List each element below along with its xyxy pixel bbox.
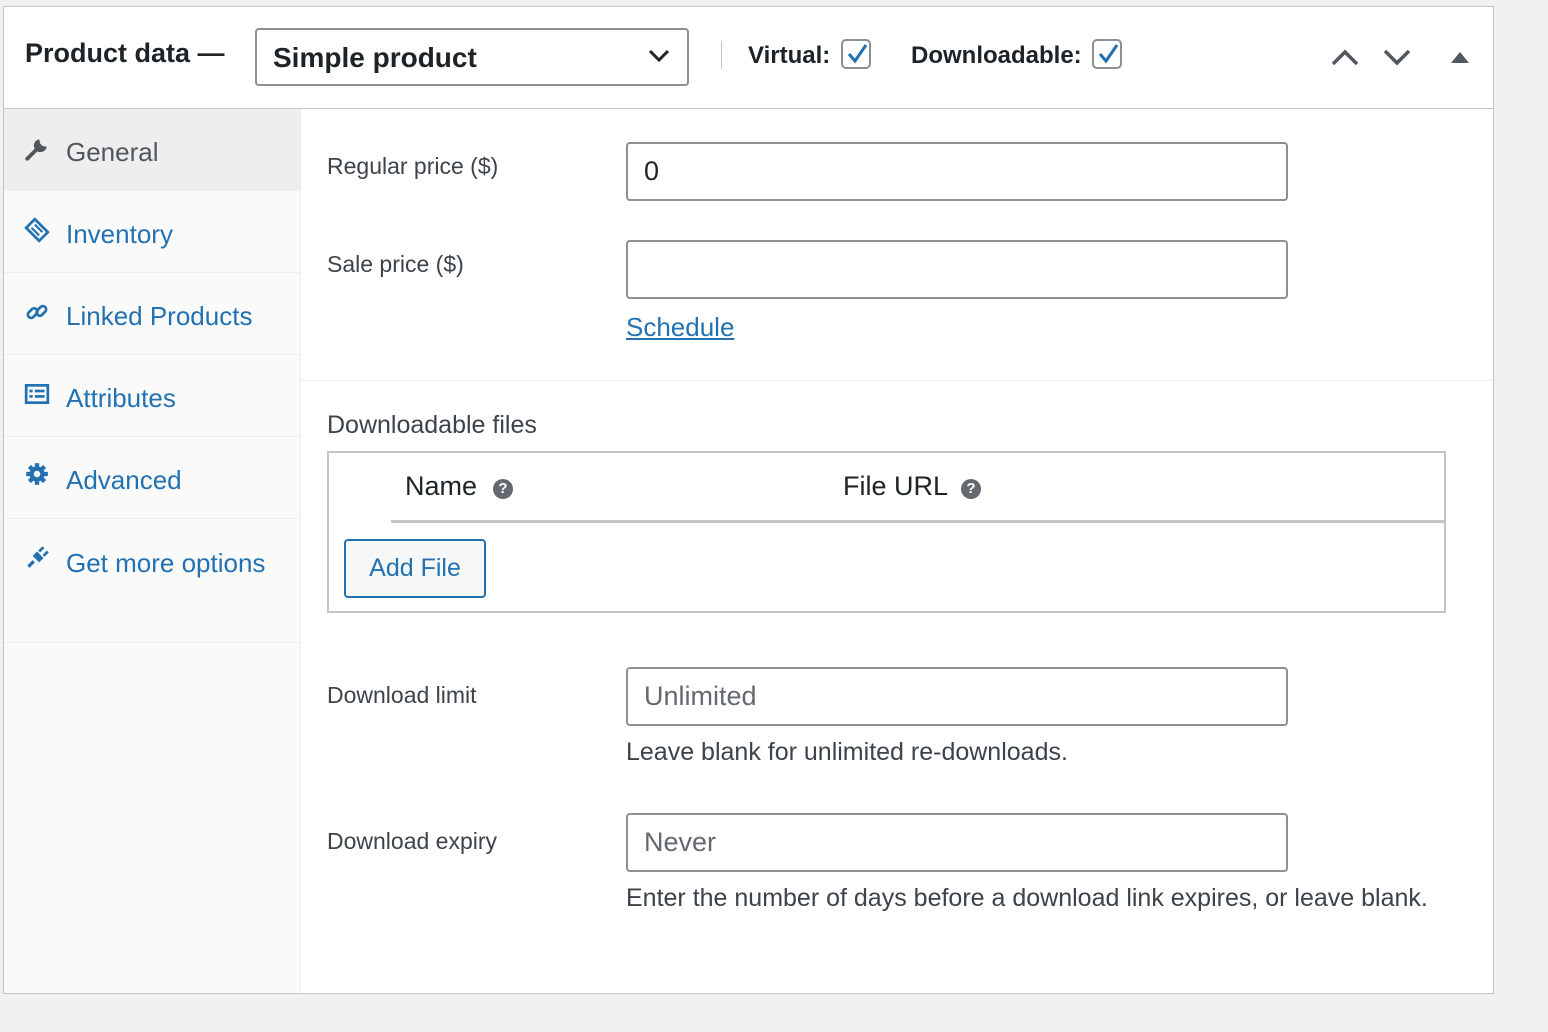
tab-label: General [66, 137, 159, 167]
add-file-button[interactable]: Add File [344, 539, 486, 598]
tab-label: Get more options [66, 548, 266, 578]
download-limit-label: Download limit [327, 682, 477, 708]
product-type-select[interactable]: Simple product [255, 28, 689, 86]
help-icon[interactable]: ? [961, 479, 981, 499]
list-icon [24, 383, 50, 405]
general-panel: Regular price ($) Sale price ($) Schedul… [301, 109, 1493, 993]
downloadable-files-title: Downloadable files [327, 411, 537, 439]
checkmark-icon [1098, 44, 1119, 64]
downloadable-checkbox[interactable] [1092, 39, 1122, 69]
download-expiry-label: Download expiry [327, 828, 498, 854]
tab-label: Inventory [66, 219, 173, 249]
product-type-value: Simple product [273, 42, 477, 73]
virtual-label: Virtual: [748, 42, 831, 69]
wrench-icon [25, 139, 47, 161]
download-expiry-input[interactable] [626, 813, 1288, 872]
download-limit-description: Leave blank for unlimited re-downloads. [626, 738, 1068, 766]
checkmark-icon [847, 44, 868, 64]
download-limit-input[interactable] [626, 667, 1288, 726]
collapse-toggle-icon[interactable] [1443, 45, 1477, 69]
tab-label: Attributes [66, 383, 176, 413]
regular-price-label: Regular price ($) [327, 153, 499, 179]
product-data-tabs: General Inventory Linked Products Attrib… [4, 109, 301, 993]
help-icon[interactable]: ? [493, 479, 513, 499]
tab-advanced[interactable]: Advanced [4, 437, 300, 519]
sale-price-input[interactable] [626, 240, 1288, 299]
panel-header: Product data — Simple product Virtual: D… [4, 7, 1493, 109]
product-data-panel: Product data — Simple product Virtual: D… [3, 6, 1494, 994]
tab-inventory[interactable]: Inventory [4, 191, 300, 273]
section-divider [301, 380, 1493, 381]
col-file-url-header: File URL [843, 471, 949, 501]
files-table-header: Name ? File URL ? [391, 453, 1446, 523]
tab-attributes[interactable]: Attributes [4, 355, 300, 437]
download-expiry-description: Enter the number of days before a downlo… [626, 884, 1428, 912]
gear-icon [26, 463, 48, 485]
schedule-link[interactable]: Schedule [626, 312, 734, 343]
tab-label: Linked Products [66, 301, 253, 331]
panel-title: Product data — [25, 38, 225, 68]
downloadable-label: Downloadable: [911, 42, 1082, 69]
downloadable-files-table: Name ? File URL ? Add File [327, 451, 1446, 613]
header-separator [721, 41, 722, 69]
move-down-icon[interactable] [1380, 45, 1414, 69]
move-up-icon[interactable] [1328, 45, 1362, 69]
tab-linked-products[interactable]: Linked Products [4, 273, 300, 355]
link-icon [26, 304, 48, 320]
sale-price-label: Sale price ($) [327, 251, 464, 277]
tab-label: Advanced [66, 465, 182, 495]
virtual-checkbox[interactable] [841, 39, 871, 69]
tag-icon [24, 217, 50, 243]
col-name-header: Name [405, 471, 478, 501]
tab-get-more-options[interactable]: Get more options [4, 519, 300, 643]
tab-general[interactable]: General [4, 109, 300, 191]
regular-price-input[interactable] [626, 142, 1288, 201]
chevron-down-icon [648, 49, 670, 63]
